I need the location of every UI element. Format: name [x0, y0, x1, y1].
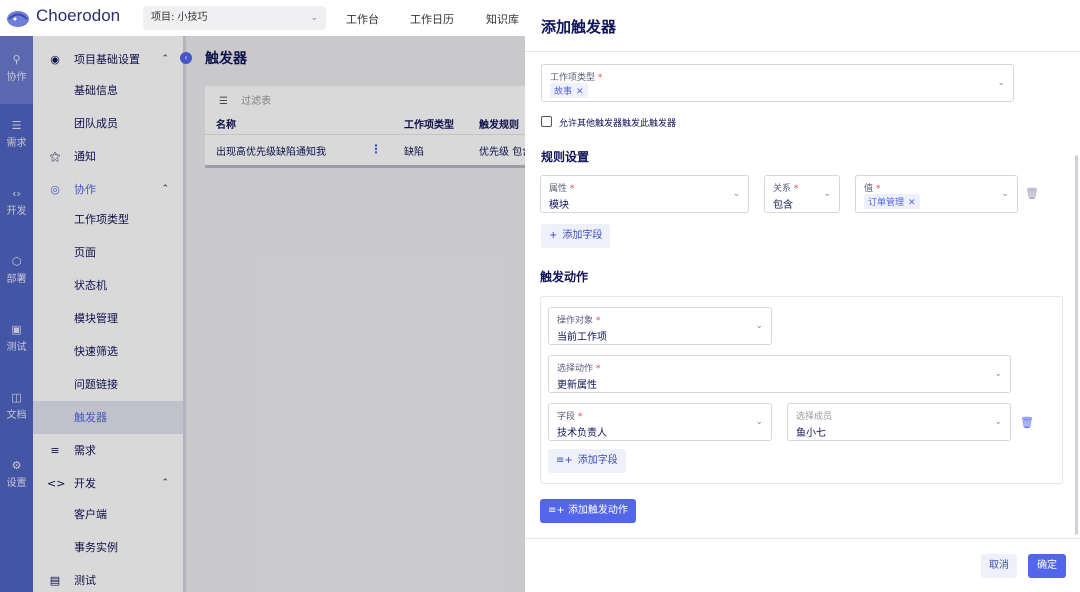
action-member-select[interactable]: 选择成员 鱼小七 ⌄ — [787, 403, 1011, 441]
chevron-down-icon: ⌄ — [310, 13, 318, 23]
confirm-button[interactable]: 确定 — [1028, 554, 1066, 578]
chevron-down-icon: ⌄ — [997, 78, 1005, 88]
divider — [525, 51, 1080, 52]
add-trigger-drawer: 添加触发器 工作项类型 * 故事 ✕ ⌄ 允许其他触发器触发此触发器 规则设置 属… — [525, 0, 1080, 592]
field-value: 当前工作项 — [557, 332, 607, 343]
chevron-down-icon: ⌄ — [1001, 189, 1009, 199]
field-label: 关系 * — [773, 184, 799, 194]
choerodon-logo-icon — [7, 11, 29, 27]
chevron-down-icon: ⌄ — [994, 369, 1002, 379]
rule-value-tag: 订单管理 ✕ — [864, 194, 920, 209]
field-value: 包含 — [773, 200, 793, 211]
nav-calendar[interactable]: 工作日历 — [410, 11, 454, 27]
add-list-icon: ≡+ — [548, 505, 568, 516]
add-action-field-button[interactable]: ≡+ 添加字段 — [548, 449, 626, 473]
add-trigger-action-button[interactable]: ≡+ 添加触发动作 — [540, 499, 636, 523]
app-window: Choerodon 项目: 小技巧 ⌄ 工作台 工作日历 知识库 ⚲ 协作 ☰ … — [0, 0, 1080, 592]
chevron-down-icon: ⌄ — [823, 189, 831, 199]
plus-icon: + — [549, 230, 558, 241]
field-value: 技术负责人 — [557, 428, 607, 439]
allow-trigger-label: 允许其他触发器触发此触发器 — [559, 119, 677, 129]
add-list-icon: ≡+ — [556, 455, 573, 466]
rule-relation-select[interactable]: 关系 * 包含 ⌄ — [764, 175, 840, 213]
delete-action-field-icon[interactable]: 🗑 — [1020, 416, 1034, 429]
project-select-value: 项目: 小技巧 — [151, 12, 208, 23]
field-label: 选择动作 * — [557, 364, 601, 374]
nav-workbench[interactable]: 工作台 — [346, 11, 379, 27]
field-label: 选择成员 — [796, 412, 833, 422]
field-label: 工作项类型 * — [550, 73, 603, 83]
chevron-down-icon: ⌄ — [732, 189, 740, 199]
rules-section-title: 规则设置 — [541, 150, 590, 164]
field-label: 属性 * — [549, 184, 575, 194]
allow-trigger-checkbox[interactable] — [541, 116, 552, 127]
action-field-select[interactable]: 字段 * 技术负责人 ⌄ — [548, 403, 772, 441]
chevron-down-icon: ⌄ — [755, 417, 763, 427]
chevron-down-icon: ⌄ — [994, 417, 1002, 427]
remove-tag-icon[interactable]: ✕ — [576, 87, 584, 97]
actions-section-title: 触发动作 — [540, 270, 589, 284]
action-target-select[interactable]: 操作对象 * 当前工作项 ⌄ — [548, 307, 772, 345]
cancel-button[interactable]: 取消 — [981, 554, 1017, 578]
rule-value-select[interactable]: 值 * 订单管理 ✕ ⌄ — [855, 175, 1018, 213]
remove-tag-icon[interactable]: ✕ — [908, 198, 916, 208]
modal-mask[interactable] — [0, 36, 525, 592]
field-label: 值 * — [864, 184, 881, 194]
rule-attribute-select[interactable]: 属性 * 模块 ⌄ — [540, 175, 749, 213]
brand-name: Choerodon — [36, 6, 121, 25]
chevron-down-icon: ⌄ — [755, 321, 763, 331]
field-value: 鱼小七 — [796, 428, 826, 439]
issue-type-select[interactable]: 工作项类型 * 故事 ✕ ⌄ — [541, 64, 1014, 102]
action-type-select[interactable]: 选择动作 * 更新属性 ⌄ — [548, 355, 1011, 393]
field-value: 更新属性 — [557, 380, 597, 391]
action-card: 操作对象 * 当前工作项 ⌄ 选择动作 * 更新属性 ⌄ 字段 * 技术负责人 … — [540, 296, 1063, 484]
field-value: 模块 — [549, 200, 569, 211]
drawer-scrollbar[interactable] — [1075, 155, 1078, 535]
delete-rule-icon[interactable]: 🗑 — [1025, 187, 1039, 200]
field-label: 操作对象 * — [557, 316, 601, 326]
drawer-title: 添加触发器 — [541, 18, 617, 36]
divider — [525, 538, 1080, 539]
add-rule-field-button[interactable]: + 添加字段 — [541, 224, 611, 248]
project-select[interactable]: 项目: 小技巧 ⌄ — [143, 6, 326, 30]
nav-knowledge[interactable]: 知识库 — [486, 11, 519, 27]
field-label: 字段 * — [557, 412, 583, 422]
issue-type-tag: 故事 ✕ — [550, 83, 588, 98]
